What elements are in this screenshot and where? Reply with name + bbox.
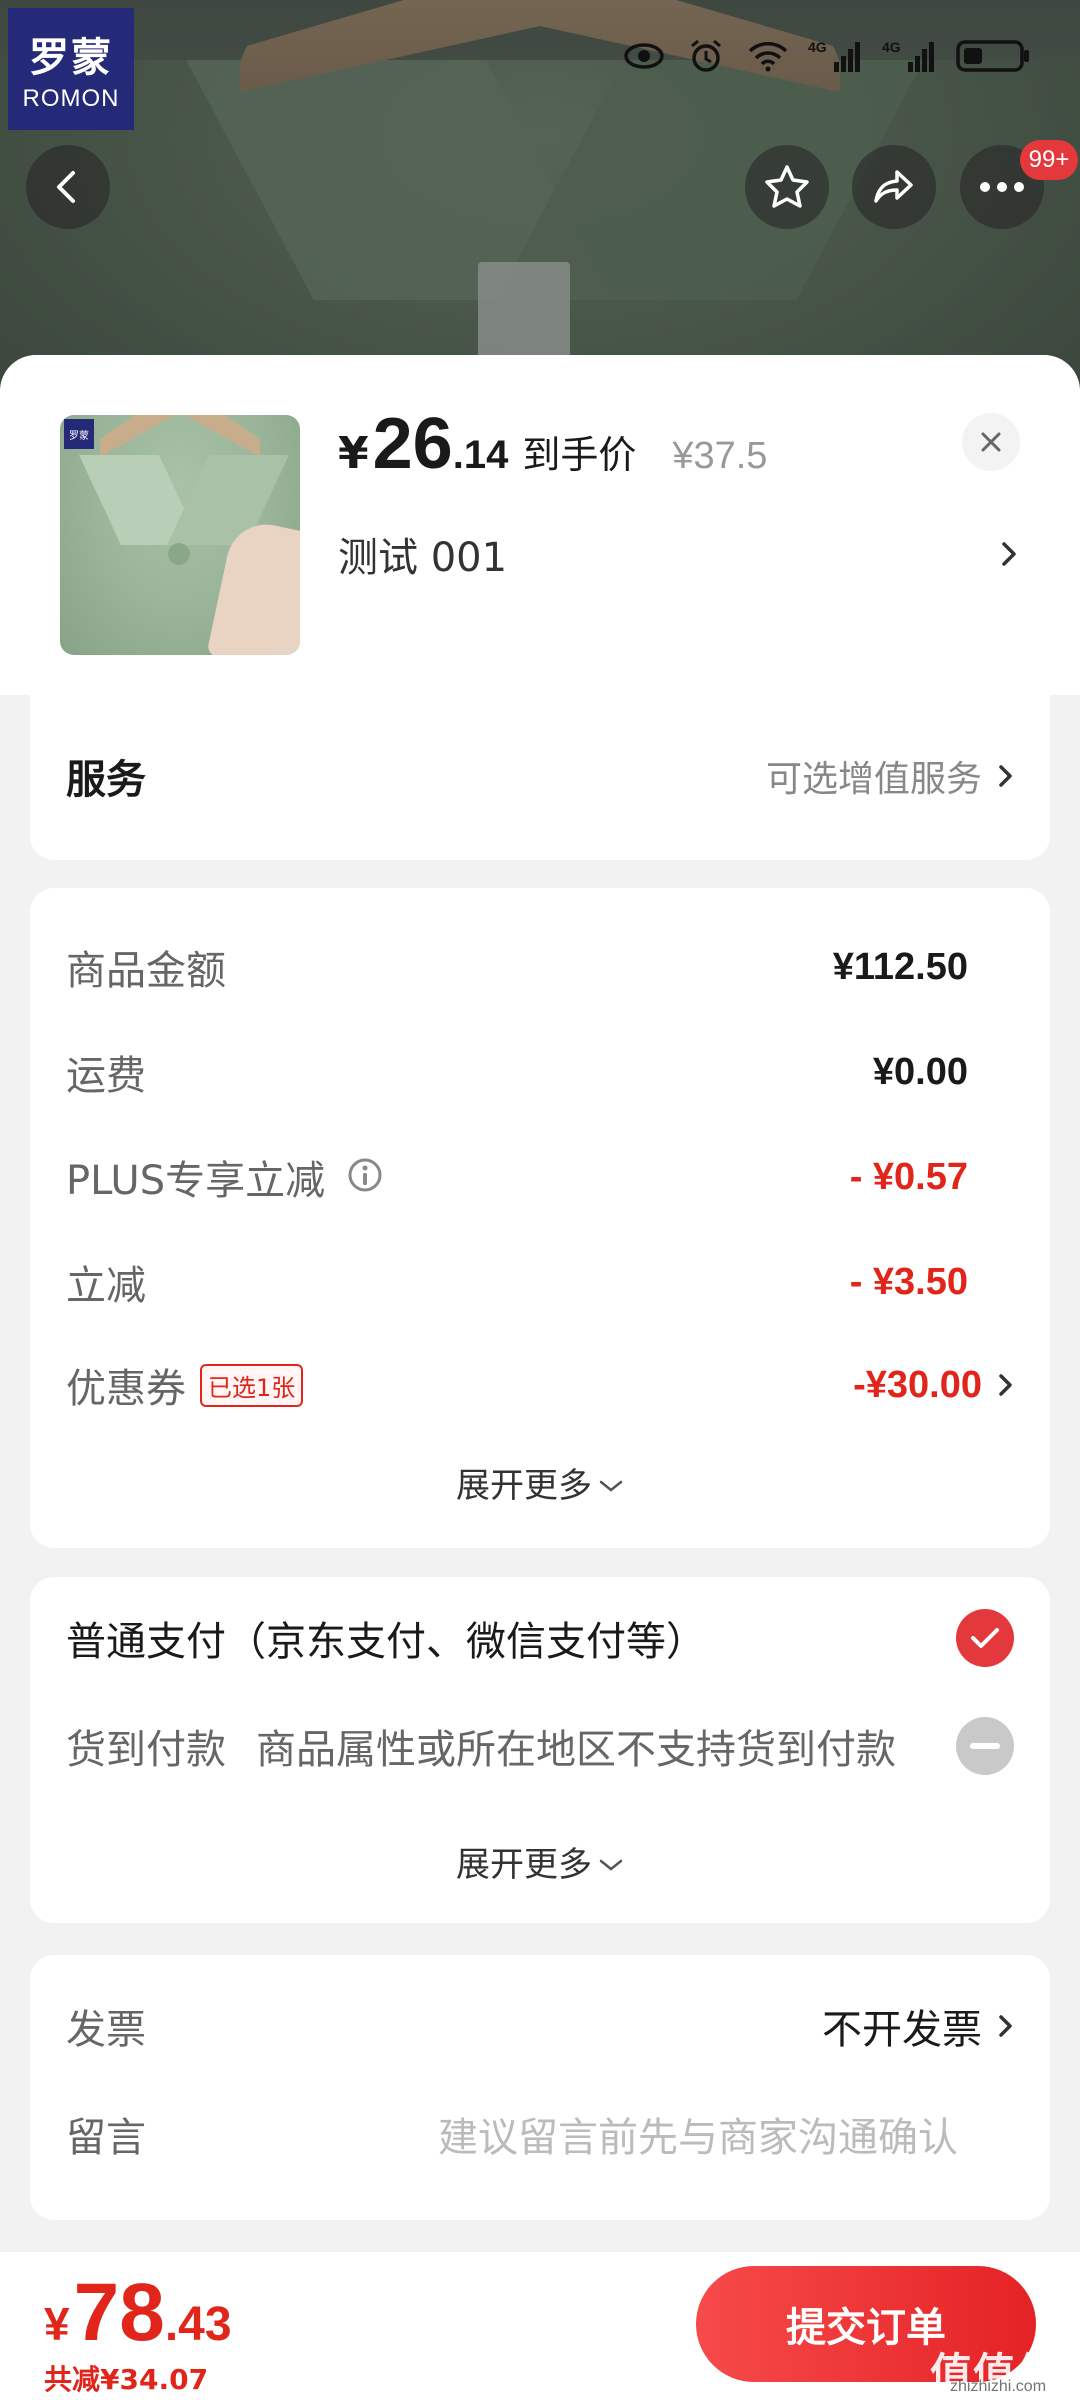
total-decimal: .43 bbox=[164, 2298, 232, 2351]
notification-badge: 99+ bbox=[1020, 140, 1078, 180]
share-icon bbox=[874, 170, 913, 203]
invoice-value: 不开发票 bbox=[822, 2007, 982, 2053]
brand-logo: 罗蒙 ROMON bbox=[8, 8, 134, 130]
alarm-icon bbox=[684, 36, 728, 76]
chevron-down-icon bbox=[598, 1842, 624, 1882]
coupon-selected-tag: 已选1张 bbox=[200, 1363, 304, 1407]
payment-options: 普通支付（京东支付、微信支付等） 货到付款 商品属性或所在地区不支持货到付款 展… bbox=[30, 1577, 1050, 1923]
fee-row-discount: 立减 - ¥3.50 bbox=[66, 1253, 1014, 1311]
wifi-icon bbox=[746, 36, 790, 76]
price-integer: 26 bbox=[372, 404, 453, 484]
price-symbol: ¥ bbox=[338, 428, 369, 479]
fee-row-goods: 商品金额 ¥112.50 bbox=[66, 938, 1014, 996]
brand-logo-cn: 罗蒙 bbox=[29, 35, 113, 81]
signal-4g-icon: 4G bbox=[808, 36, 864, 76]
cod-label: 货到付款 bbox=[66, 1727, 226, 1773]
note-input[interactable]: 建议留言前先与商家沟通确认 bbox=[438, 2105, 958, 2163]
chevron-right-icon bbox=[998, 2012, 1014, 2040]
price-label: 到手价 bbox=[522, 433, 637, 477]
total-saved: 共减¥34.07 bbox=[44, 2363, 209, 2396]
expand-label: 展开更多 bbox=[456, 1845, 592, 1885]
signal-4g-icon: 4G bbox=[882, 36, 938, 76]
fee-label: 商品金额 bbox=[66, 948, 226, 994]
back-button[interactable] bbox=[26, 145, 110, 229]
fee-value: - ¥0.57 bbox=[849, 1155, 968, 1198]
status-bar: 4G 4G bbox=[622, 28, 1032, 84]
svg-text:4G: 4G bbox=[882, 39, 901, 55]
note-row: 留言 建议留言前先与商家沟通确认 bbox=[66, 2105, 1014, 2163]
fee-row-plus: PLUS专享立减 - ¥0.57 bbox=[66, 1148, 1014, 1206]
checkmark-selected-icon[interactable] bbox=[956, 1609, 1014, 1667]
product-thumbnail[interactable]: 罗蒙 bbox=[60, 415, 300, 655]
close-icon bbox=[981, 432, 1001, 452]
info-icon[interactable] bbox=[347, 1157, 383, 1197]
invoice-label: 发票 bbox=[66, 2007, 146, 2053]
service-hint: 可选增值服务 bbox=[765, 759, 982, 800]
fee-label: PLUS专享立减 bbox=[66, 1158, 326, 1204]
chevron-right-icon bbox=[998, 1371, 1014, 1399]
brand-mini-logo: 罗蒙 bbox=[64, 419, 94, 449]
spec-text: 测试 001 bbox=[338, 535, 508, 581]
fee-value: ¥0.00 bbox=[872, 1050, 968, 1093]
price-decimal: .14 bbox=[452, 433, 509, 477]
fee-label: 运费 bbox=[66, 1053, 146, 1099]
fee-value: - ¥3.50 bbox=[849, 1260, 968, 1303]
favorite-button[interactable] bbox=[745, 145, 829, 229]
chevron-left-icon bbox=[57, 171, 75, 203]
site-watermark-url: zhizhizhi.com bbox=[950, 2378, 1047, 2395]
original-price: ¥37.5 bbox=[672, 435, 768, 477]
fee-row-coupon[interactable]: 优惠券 已选1张 -¥30.00 bbox=[66, 1356, 1014, 1414]
cod-hint: 商品属性或所在地区不支持货到付款 bbox=[256, 1727, 896, 1773]
close-button[interactable] bbox=[962, 413, 1020, 471]
chevron-right-icon bbox=[998, 762, 1014, 790]
chevron-down-icon bbox=[598, 1463, 624, 1503]
service-card[interactable]: 服务 可选增值服务 bbox=[30, 695, 1050, 860]
total-symbol: ¥ bbox=[44, 2298, 70, 2350]
payment-option-standard[interactable]: 普通支付（京东支付、微信支付等） bbox=[66, 1609, 1014, 1667]
chevron-right-icon bbox=[1000, 539, 1018, 569]
brand-logo-en: ROMON bbox=[22, 85, 120, 112]
fee-value: -¥30.00 bbox=[853, 1363, 982, 1406]
fee-expand-more[interactable]: 展开更多 bbox=[30, 1458, 1050, 1507]
total-price: ¥ 78 .43 bbox=[44, 2266, 232, 2360]
battery-icon bbox=[956, 36, 1032, 76]
product-summary: 罗蒙 ¥ 26 .14 到手价 ¥37.5 测试 001 bbox=[0, 355, 1080, 695]
payment-option-cod: 货到付款 商品属性或所在地区不支持货到付款 bbox=[66, 1717, 1014, 1775]
fee-row-shipping: 运费 ¥0.00 bbox=[66, 1043, 1014, 1101]
price-row: ¥ 26 .14 到手价 ¥37.5 bbox=[338, 403, 767, 485]
svg-text:4G: 4G bbox=[808, 39, 827, 55]
payment-standard-label: 普通支付（京东支付、微信支付等） bbox=[66, 1619, 706, 1665]
eye-icon bbox=[622, 36, 666, 76]
service-label: 服务 bbox=[66, 757, 146, 803]
checkout-bar: ¥ 78 .43 共减¥34.07 提交订单 bbox=[0, 2252, 1080, 2400]
fee-card: 商品金额 ¥112.50 运费 ¥0.00 PLUS专享立减 - ¥0.57 立… bbox=[30, 888, 1050, 1548]
fee-value: ¥112.50 bbox=[832, 945, 968, 988]
invoice-row[interactable]: 发票 不开发票 bbox=[66, 1997, 1014, 2055]
total-integer: 78 bbox=[73, 2267, 165, 2358]
fee-label: 立减 bbox=[66, 1263, 146, 1309]
extra-card: 发票 不开发票 留言 建议留言前先与商家沟通确认 bbox=[30, 1955, 1050, 2220]
note-label: 留言 bbox=[66, 2115, 146, 2161]
star-icon bbox=[765, 165, 809, 208]
more-dots-icon bbox=[980, 182, 1024, 192]
fee-label: 优惠券 bbox=[66, 1366, 186, 1412]
spec-selector[interactable]: 测试 001 bbox=[338, 525, 1018, 583]
share-button[interactable] bbox=[852, 145, 936, 229]
payment-expand-more[interactable]: 展开更多 bbox=[30, 1837, 1050, 1886]
expand-label: 展开更多 bbox=[456, 1466, 592, 1506]
disabled-option-icon bbox=[956, 1717, 1014, 1775]
